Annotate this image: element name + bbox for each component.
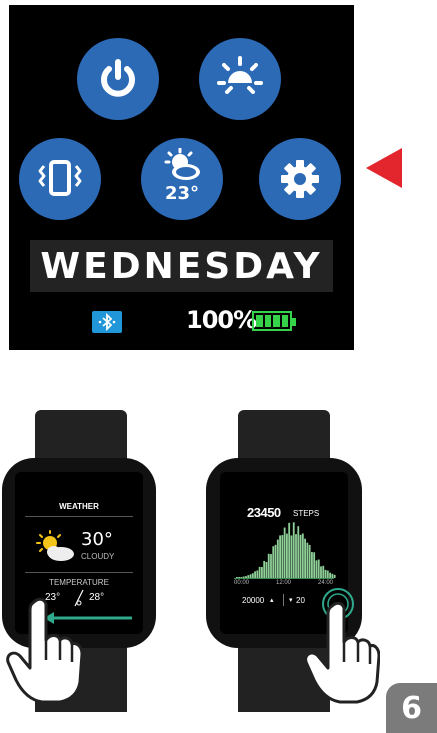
step-goal-value: 20000: [242, 596, 265, 605]
battery-cell: [264, 315, 271, 327]
histogram-bar: [320, 566, 322, 578]
vibration-icon: [38, 160, 82, 196]
divider: [25, 572, 133, 573]
battery-cell: [281, 315, 288, 327]
histogram-baseline: [234, 578, 334, 579]
histogram-bar: [279, 535, 281, 578]
histogram-bar: [276, 539, 279, 578]
histogram-bar: [267, 553, 270, 578]
page-number-badge: 6: [386, 683, 437, 733]
down-arrow-icon: ▾: [289, 597, 293, 604]
histogram-bar: [301, 533, 304, 578]
histogram-bar: [258, 566, 261, 578]
sun-cloud-icon: [36, 530, 74, 561]
histogram-bar: [297, 526, 300, 578]
weekday-label: WEDNESDAY: [40, 245, 323, 287]
histogram-bar: [295, 534, 297, 578]
histogram-bar: [290, 535, 293, 578]
battery-tip: [292, 318, 296, 326]
power-icon: [101, 59, 135, 97]
histogram-bar: [272, 546, 275, 578]
histogram-bar: [256, 570, 259, 578]
divider: [283, 594, 284, 606]
steps-unit: STEPS: [293, 509, 320, 518]
temperature-section-label: TEMPERATURE: [49, 578, 109, 587]
brightness-icon: [217, 56, 263, 94]
histogram-bar: [292, 522, 295, 578]
histogram-bar: [308, 544, 311, 578]
current-temperature: 30°: [81, 529, 113, 550]
histogram-bar: [324, 569, 327, 578]
battery-cell: [273, 315, 280, 327]
histogram-bar: [315, 560, 318, 578]
high-temperature: 28°: [89, 592, 105, 603]
settings-icon: [281, 160, 319, 198]
histogram-bar: [281, 535, 284, 578]
histogram-bar: [288, 522, 291, 578]
battery-cell: [256, 315, 263, 327]
histogram-bar: [270, 554, 272, 578]
watch-quick-settings-screen: 23° WEDNESDAY 100%: [9, 5, 354, 350]
weekday-banner: WEDNESDAY: [30, 240, 333, 292]
page-number: 6: [401, 690, 422, 726]
weather-title: WEATHER: [59, 502, 99, 511]
histogram-bar: [254, 571, 256, 578]
steps-count: 23450: [247, 505, 281, 520]
battery-icon: [252, 311, 296, 331]
histogram-bar: [317, 559, 320, 578]
divider: [25, 516, 133, 517]
histogram-bar: [313, 552, 316, 578]
histogram-bar: [304, 538, 306, 578]
weather-button[interactable]: 23°: [141, 138, 223, 220]
battery-percentage: 100%: [186, 306, 257, 334]
time-label-mid: 12:00: [276, 580, 292, 586]
histogram-bar: [265, 561, 268, 578]
bluetooth-icon: [98, 312, 116, 332]
vibration-button[interactable]: [19, 138, 101, 220]
bluetooth-status: [92, 311, 122, 333]
power-button[interactable]: [77, 38, 159, 120]
goal-flag-icon: ▴: [270, 597, 274, 604]
steps-histogram: [236, 522, 336, 578]
tap-hand-icon: [304, 602, 380, 704]
swipe-hand-icon: [6, 597, 84, 704]
weather-condition: CLOUDY: [81, 552, 115, 561]
histogram-bar: [311, 552, 313, 578]
histogram-bar: [263, 560, 266, 578]
pointer-arrow-icon: [366, 148, 402, 188]
histogram-bar: [286, 533, 288, 578]
histogram-bar: [274, 544, 277, 578]
histogram-bar: [326, 570, 329, 578]
histogram-bar: [261, 567, 263, 578]
settings-button[interactable]: [259, 138, 341, 220]
histogram-bar: [333, 574, 336, 578]
histogram-bar: [283, 527, 286, 578]
histogram-bar: [306, 542, 309, 578]
histogram-bar: [322, 565, 325, 578]
weather-icon: [164, 148, 200, 180]
brightness-button[interactable]: [199, 38, 281, 120]
time-label-start: 00:00: [234, 580, 250, 586]
histogram-bar: [299, 534, 302, 578]
weather-temperature: 23°: [164, 183, 200, 204]
